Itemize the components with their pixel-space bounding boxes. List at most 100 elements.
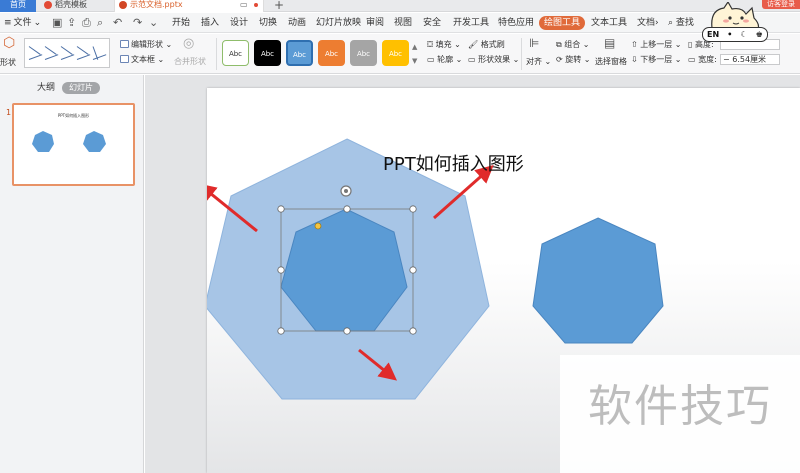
- more-chevron-icon[interactable]: ⌄: [149, 16, 158, 30]
- style-swatch-white[interactable]: Abc: [222, 40, 249, 66]
- menu-design[interactable]: 设计: [230, 17, 248, 29]
- slide-thumbnail[interactable]: PPT如何插入图形: [12, 103, 135, 186]
- menu-review[interactable]: 审阅: [366, 17, 384, 29]
- resize-handle: [409, 266, 417, 274]
- redo-icon[interactable]: ↷: [133, 16, 142, 30]
- resize-handle: [277, 266, 285, 274]
- textbox-icon: [120, 55, 129, 63]
- print-icon[interactable]: ⎙: [82, 16, 91, 30]
- menu-home[interactable]: 开始: [172, 17, 190, 29]
- tab-outline[interactable]: 大纲: [37, 82, 55, 94]
- title-tab-bar: 首页 稻壳模板 示范文档.pptx ▭ + 访客登录: [0, 0, 800, 12]
- group-button[interactable]: ⧉ 组合 ⌄: [556, 40, 590, 50]
- rotate-button[interactable]: ⟳ 旋转 ⌄: [556, 55, 591, 65]
- bring-forward-button[interactable]: ⇧ 上移一层 ⌄: [631, 40, 682, 50]
- tab-home[interactable]: 首页: [0, 0, 36, 12]
- elbow-connector-icon[interactable]: [76, 46, 89, 55]
- style-swatch-orange[interactable]: Abc: [318, 40, 345, 66]
- menu-developer[interactable]: 开发工具: [453, 17, 489, 29]
- shape-icon[interactable]: ⬡: [3, 36, 15, 50]
- style-swatch-black[interactable]: Abc: [254, 40, 281, 66]
- search-button[interactable]: ⌕ 查找: [668, 17, 694, 29]
- menu-insert[interactable]: 插入: [201, 17, 219, 29]
- search-label: 查找: [675, 18, 694, 28]
- style-swatch-gray[interactable]: Abc: [350, 40, 377, 66]
- menu-drawing-tools[interactable]: 绘图工具: [539, 16, 586, 30]
- style-gallery-down-icon[interactable]: ▼: [412, 56, 417, 66]
- double-arrow-line-icon[interactable]: [60, 46, 73, 55]
- watermark: 软件技巧: [560, 355, 800, 473]
- menu-transitions[interactable]: 切换: [259, 17, 277, 29]
- ime-status-bar[interactable]: EN • ☾ ♚: [702, 27, 768, 42]
- selection-pane-icon[interactable]: ▤: [604, 37, 615, 49]
- export-icon[interactable]: ⇪: [67, 16, 76, 30]
- fill-button[interactable]: ⛋ 填充 ⌄: [427, 40, 461, 50]
- outline-label: 轮廓: [437, 55, 454, 64]
- edit-shape-button[interactable]: 编辑形状 ⌄: [120, 40, 172, 50]
- tab-slides[interactable]: 幻灯片: [62, 82, 100, 94]
- style-swatch-blue[interactable]: Abc: [286, 40, 313, 66]
- menu-file-label: 文件: [13, 18, 32, 28]
- new-tab-button[interactable]: +: [274, 0, 284, 12]
- curved-double-arrow-icon[interactable]: [60, 54, 75, 60]
- line-shape-icon[interactable]: [28, 46, 41, 55]
- resize-handle: [409, 327, 417, 335]
- outline-button[interactable]: ▭ 轮廓 ⌄: [427, 55, 462, 65]
- menu-file[interactable]: ≡ 文件 ⌄: [4, 17, 41, 29]
- line-shape-gallery[interactable]: [24, 38, 110, 68]
- adjust-handle: [314, 222, 322, 230]
- width-value: 6.54厘米: [732, 55, 767, 64]
- monitor-icon[interactable]: ▭: [240, 0, 248, 9]
- arrow-line-icon[interactable]: [44, 46, 57, 55]
- curved-connector-icon[interactable]: [28, 54, 43, 60]
- fill-label: 填充: [435, 40, 452, 49]
- width-decrement[interactable]: −: [723, 55, 730, 64]
- edit-shape-icon: [120, 40, 129, 48]
- shape-effects-label: 形状效果: [478, 55, 511, 64]
- menu-special-apps[interactable]: 特色应用: [498, 17, 534, 29]
- ime-moon-icon[interactable]: ☾: [740, 30, 747, 39]
- menu-document[interactable]: 文档: [637, 17, 655, 29]
- slide-navigation-pane: 大纲 幻灯片 1 PPT如何插入图形: [0, 75, 144, 473]
- format-painter-button[interactable]: 🖌 格式刷: [468, 40, 505, 50]
- send-backward-label: 下移一层: [640, 55, 673, 64]
- width-label-text: 宽度:: [698, 55, 717, 64]
- hamburger-icon: ≡: [4, 18, 12, 28]
- undo-icon[interactable]: ↶: [113, 16, 122, 30]
- ime-shirt-icon[interactable]: ♚: [756, 30, 763, 39]
- align-button[interactable]: 对齐 ⌄: [526, 57, 551, 67]
- rotation-handle-icon: [340, 185, 352, 197]
- menu-security[interactable]: 安全: [423, 17, 441, 29]
- curved-arrow-icon[interactable]: [44, 54, 59, 60]
- chevron-down-icon: ⌄: [33, 18, 42, 28]
- pane-tabs: 大纲 幻灯片: [0, 82, 144, 96]
- scribble-icon[interactable]: [76, 54, 91, 60]
- save-icon[interactable]: ▣: [52, 16, 62, 30]
- scroll-right-icon[interactable]: ›: [655, 17, 659, 29]
- menu-slideshow[interactable]: 幻灯片放映: [316, 17, 361, 29]
- selection-pane-button[interactable]: 选择窗格: [595, 57, 627, 67]
- textbox-button[interactable]: 文本框 ⌄: [120, 55, 164, 65]
- resize-handle: [277, 205, 285, 213]
- ime-language[interactable]: EN: [707, 30, 719, 39]
- send-backward-button[interactable]: ⇩ 下移一层 ⌄: [631, 55, 682, 65]
- ime-punctuation-icon[interactable]: •: [727, 30, 732, 39]
- send-backward-icon: ⇩: [631, 55, 638, 64]
- menu-animation[interactable]: 动画: [288, 17, 306, 29]
- shape-effects-button[interactable]: ▭ 形状效果 ⌄: [468, 55, 519, 65]
- menu-text-tools[interactable]: 文本工具: [591, 17, 627, 29]
- resize-handle: [343, 327, 351, 335]
- preview-icon[interactable]: ⌕: [97, 16, 103, 30]
- align-icon[interactable]: ⊫: [529, 37, 539, 49]
- style-gallery-up-icon[interactable]: ▲: [412, 42, 417, 52]
- edit-shape-label: 编辑形状: [131, 40, 163, 49]
- style-swatch-gold[interactable]: Abc: [382, 40, 409, 66]
- menu-view[interactable]: 视图: [394, 17, 412, 29]
- format-painter-icon: 🖌: [468, 40, 479, 49]
- shape-button-label[interactable]: 形状: [0, 58, 16, 68]
- width-input[interactable]: − 6.54厘米: [720, 54, 780, 65]
- tab-template-label: 稻壳模板: [55, 0, 87, 9]
- ime-sticker[interactable]: EN • ☾ ♚: [702, 2, 768, 42]
- tab-template[interactable]: 稻壳模板: [44, 0, 114, 12]
- slide-title[interactable]: PPT如何插入图形: [383, 150, 524, 176]
